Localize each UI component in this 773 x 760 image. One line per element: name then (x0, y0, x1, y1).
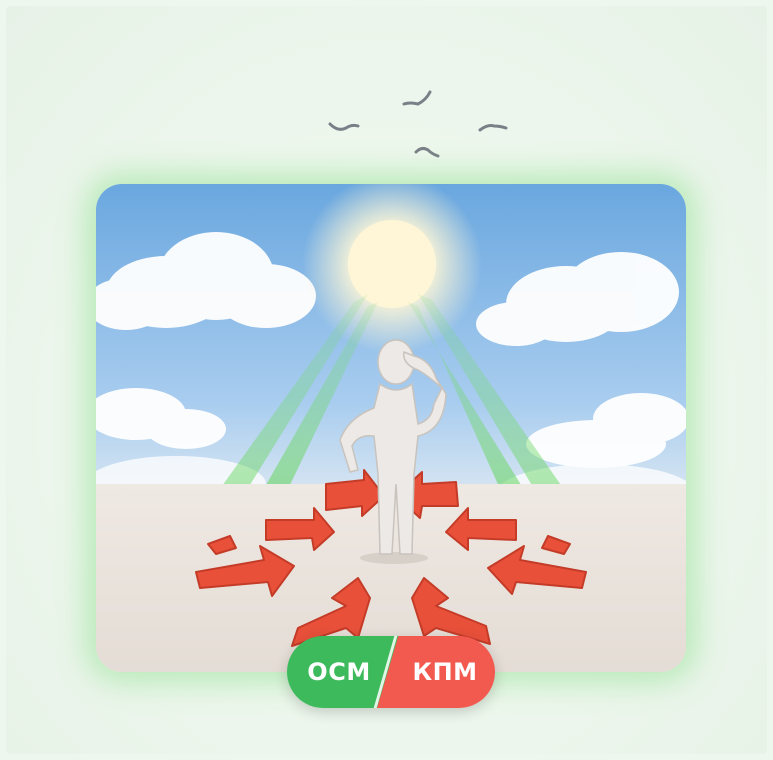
sun (348, 220, 436, 308)
bird-icon (478, 124, 508, 132)
bird-icon (402, 90, 432, 106)
bird-icon (328, 122, 360, 131)
scene-illustration (96, 184, 686, 672)
birds (328, 90, 508, 158)
bird-icon (414, 146, 440, 158)
osm-kpm-badge: ОСМ КПМ (287, 636, 495, 708)
illustration-card (96, 184, 686, 672)
